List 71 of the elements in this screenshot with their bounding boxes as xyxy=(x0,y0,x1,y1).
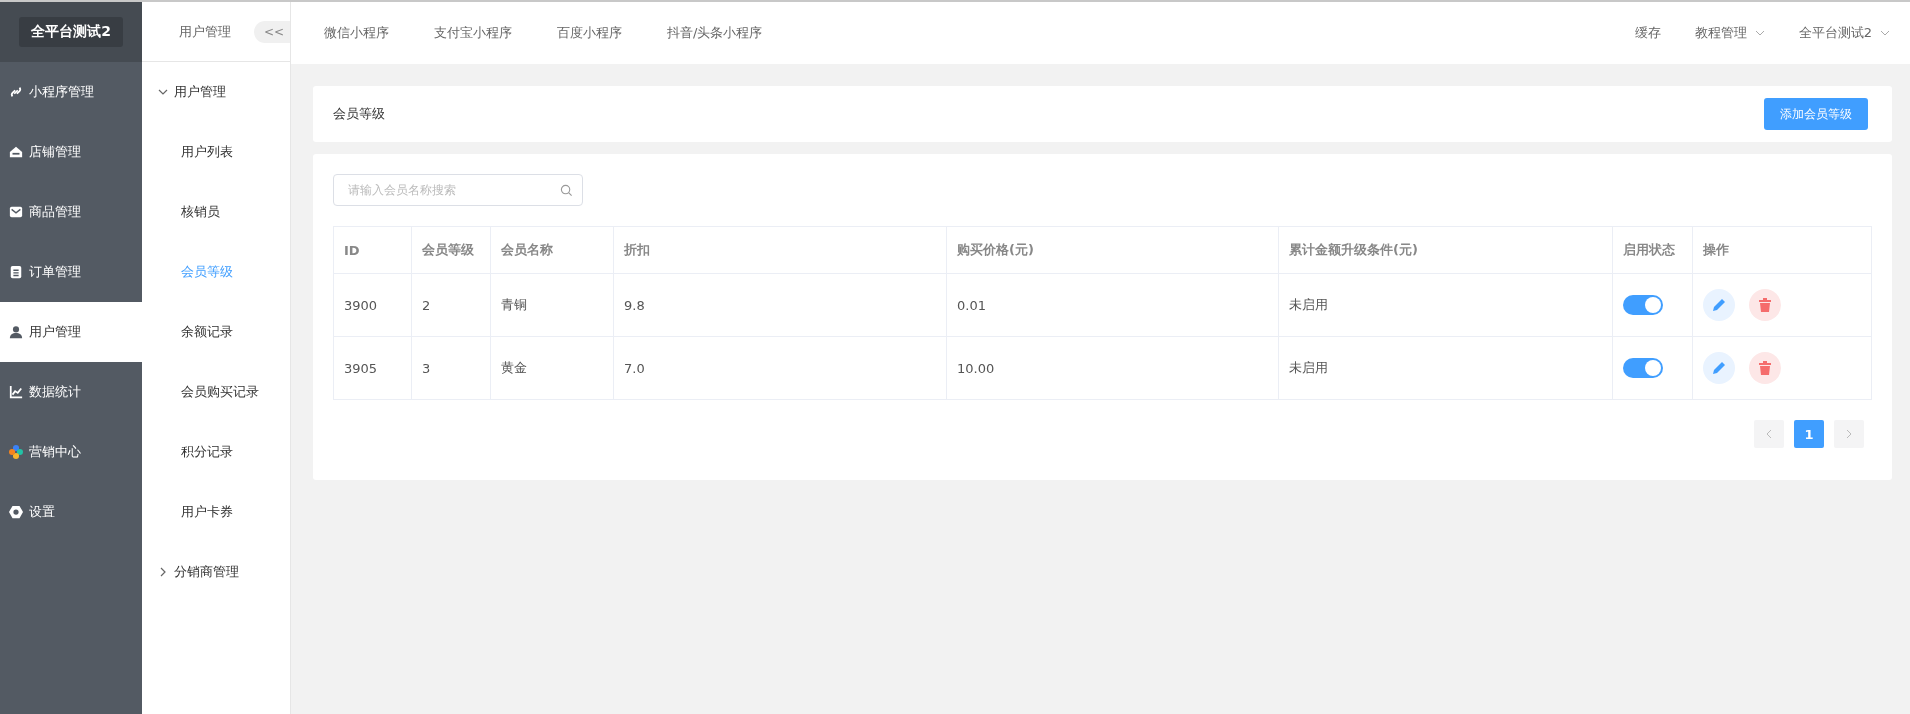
table-cell: 青铜 xyxy=(490,273,614,337)
sidebar-item[interactable]: 用户管理 xyxy=(0,302,142,362)
table-cell: 10.00 xyxy=(946,336,1279,400)
submenu-item[interactable]: 用户卡券 xyxy=(142,482,290,542)
search-field[interactable]: 请输入会员名称搜索 xyxy=(333,174,583,206)
table-cell: 3 xyxy=(411,336,491,400)
platform-tab[interactable]: 百度小程序 xyxy=(557,24,622,42)
table-cell: 3905 xyxy=(333,336,412,400)
chevron-right-icon xyxy=(1844,429,1854,439)
column-header: 购买价格(元) xyxy=(946,226,1279,274)
delete-button[interactable] xyxy=(1749,352,1781,384)
column-header: 会员名称 xyxy=(490,226,614,274)
toggle-switch[interactable] xyxy=(1623,295,1663,315)
submenu-item[interactable]: 余额记录 xyxy=(142,302,290,362)
sidebar-item[interactable]: 数据统计 xyxy=(0,362,142,422)
edit-button[interactable] xyxy=(1703,352,1735,384)
table-cell: 9.8 xyxy=(613,273,947,337)
column-header: 累计金额升级条件(元) xyxy=(1278,226,1613,274)
user-icon xyxy=(9,325,23,339)
chevron-right-icon xyxy=(158,567,168,577)
chevron-left-icon xyxy=(1764,429,1774,439)
table-cell: 黄金 xyxy=(490,336,614,400)
top-link[interactable]: 缓存 xyxy=(1634,24,1661,42)
edit-button[interactable] xyxy=(1703,289,1735,321)
trash-icon xyxy=(1757,360,1773,376)
submenu-title: 用户管理 xyxy=(179,22,231,41)
table-cell: 3900 xyxy=(333,273,412,337)
platform-tab[interactable]: 抖音/头条小程序 xyxy=(667,24,763,42)
submenu-group[interactable]: 分销商管理 xyxy=(142,542,290,602)
column-header: 会员等级 xyxy=(411,226,491,274)
table-cell: 未启用 xyxy=(1278,273,1613,337)
envelope-icon xyxy=(9,205,23,219)
toggle-switch[interactable] xyxy=(1623,358,1663,378)
platform-tab[interactable]: 支付宝小程序 xyxy=(434,24,512,42)
dropdown-menu[interactable]: 教程管理 xyxy=(1694,24,1765,42)
sidebar-item[interactable]: 小程序管理 xyxy=(0,62,142,122)
dropdown-menu[interactable]: 全平台测试2 xyxy=(1798,24,1890,42)
sidebar-item[interactable]: 营销中心 xyxy=(0,422,142,482)
sidebar-item[interactable]: 店铺管理 xyxy=(0,122,142,182)
clipboard-icon xyxy=(9,265,23,279)
table-cell: 未启用 xyxy=(1278,336,1613,400)
chevron-down-icon xyxy=(1754,28,1765,38)
platform-tab[interactable]: 微信小程序 xyxy=(324,24,389,42)
submenu-group[interactable]: 用户管理 xyxy=(142,62,290,122)
sidebar-item[interactable]: 商品管理 xyxy=(0,182,142,242)
logo-text: 全平台测试2 xyxy=(19,17,123,47)
column-header: 折扣 xyxy=(613,226,947,274)
pencil-icon xyxy=(1711,297,1727,313)
submenu-item[interactable]: 用户列表 xyxy=(142,122,290,182)
submenu-item[interactable]: 积分记录 xyxy=(142,422,290,482)
chart-icon xyxy=(9,385,23,399)
trash-icon xyxy=(1757,297,1773,313)
sidebar-item[interactable]: 订单管理 xyxy=(0,242,142,302)
delete-button[interactable] xyxy=(1749,289,1781,321)
column-header: 操作 xyxy=(1692,226,1872,274)
table-cell: 2 xyxy=(411,273,491,337)
table-cell: 0.01 xyxy=(946,273,1279,337)
submenu-item[interactable]: 核销员 xyxy=(142,182,290,242)
chevron-down-icon xyxy=(158,87,168,97)
column-header: ID xyxy=(333,226,412,274)
search-icon xyxy=(560,184,573,197)
page-title: 会员等级 xyxy=(333,105,385,123)
pencil-icon xyxy=(1711,360,1727,376)
store-icon xyxy=(9,145,23,159)
settings-icon xyxy=(9,505,23,519)
table-cell: 7.0 xyxy=(613,336,947,400)
chevron-down-icon xyxy=(1880,28,1890,38)
sidebar-item[interactable]: 设置 xyxy=(0,482,142,542)
petals-icon xyxy=(9,445,23,459)
submenu-item[interactable]: 会员购买记录 xyxy=(142,362,290,422)
column-header: 启用状态 xyxy=(1612,226,1693,274)
